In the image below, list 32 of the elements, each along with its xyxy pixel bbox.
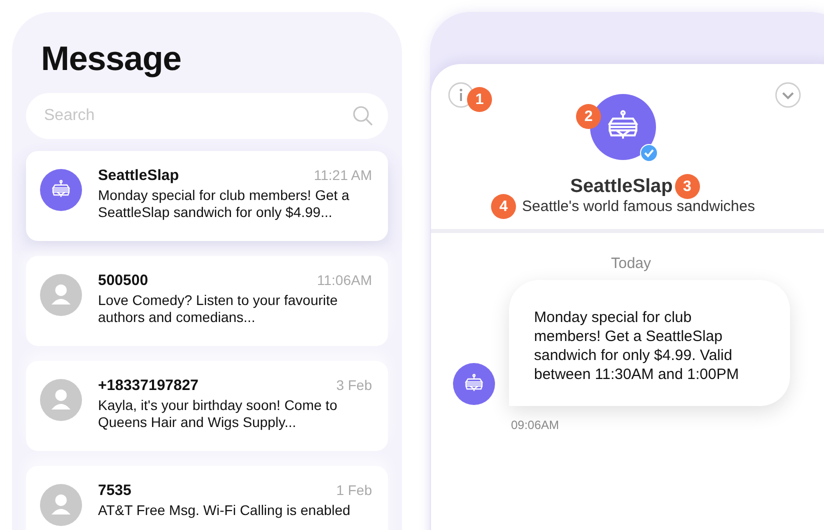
- message-time: 11:06AM: [317, 272, 372, 288]
- sender-name: 500500: [98, 272, 148, 289]
- message-preview: Kayla, it's your birthday soon! Come to Queens Hair and Wigs Supply...: [98, 397, 338, 431]
- conversation-item[interactable]: 500500 11:06AM Love Comedy? Listen to your favourite authors and comedians...: [26, 256, 388, 346]
- message-time: 09:06AM: [511, 418, 560, 432]
- person-avatar-icon: [40, 274, 82, 316]
- conversation-item[interactable]: SeattleSlap 11:21 AM Monday special for club members! Get a SeattleSlap sandwich for only $4.99...: [26, 151, 388, 241]
- marker-badge: 4: [491, 194, 516, 219]
- sender-name: +18337197827: [98, 377, 199, 394]
- marker-badge: 1: [467, 87, 492, 112]
- message-preview: Monday special for club members! Get a SeattleSlap sandwich for only $4.99...: [98, 187, 350, 221]
- search-field[interactable]: Search: [26, 93, 388, 139]
- person-avatar-icon: [40, 484, 82, 526]
- marker-badge: 3: [674, 174, 700, 199]
- conversation-item[interactable]: 7535 1 Feb AT&T Free Msg. Wi-Fi Calling is enabled: [26, 466, 388, 530]
- search-icon[interactable]: [352, 105, 374, 127]
- sender-name: SeattleSlap: [98, 167, 179, 184]
- conversation-item[interactable]: +18337197827 3 Feb Kayla, it's your birthday soon! Come to Queens Hair and Wigs Supply...: [26, 361, 388, 451]
- message-time: 1 Feb: [336, 482, 372, 498]
- sender-name: 7535: [98, 482, 132, 499]
- message-time: 11:21 AM: [314, 167, 372, 183]
- marker-badge: 2: [576, 104, 601, 129]
- chevron-down-icon[interactable]: [775, 82, 801, 108]
- message-bubble: Monday special for club members! Get a SeattleSlap sandwich for only $4.99. Valid between 11:30AM and 1:00PM: [509, 280, 790, 406]
- date-divider: Today: [610, 255, 652, 272]
- message-preview: AT&T Free Msg. Wi-Fi Calling is enabled: [98, 502, 352, 519]
- message-preview: Love Comedy? Listen to your favourite authors and comedians...: [98, 292, 339, 326]
- inbox-title: Message: [41, 40, 182, 79]
- message-time: 3 Feb: [336, 377, 372, 393]
- person-avatar-icon: [40, 379, 82, 421]
- contact-tagline: Seattle's world famous sandwiches: [522, 198, 755, 215]
- contact-name: SeattleSlap: [570, 176, 673, 198]
